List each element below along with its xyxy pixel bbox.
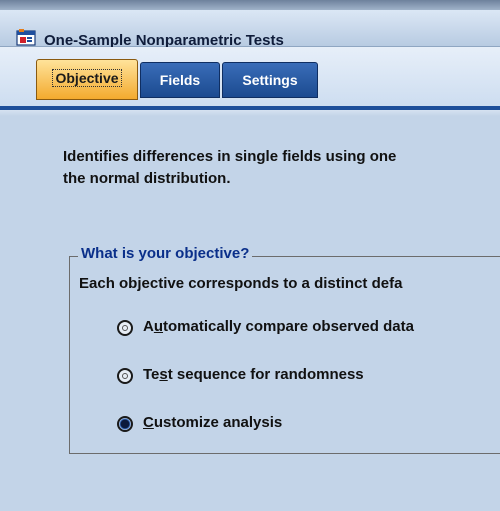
title-bar[interactable]: One-Sample Nonparametric Tests xyxy=(0,10,500,49)
background-window-strip xyxy=(0,0,500,10)
tab-settings-label: Settings xyxy=(242,72,298,88)
tab-objective[interactable]: Objective xyxy=(36,59,138,100)
radio-button-unchecked[interactable] xyxy=(117,368,133,384)
objective-group-intro: Each objective corresponds to a distinct… xyxy=(79,275,403,292)
tab-fields[interactable]: Fields xyxy=(140,62,220,98)
radio-button-unchecked[interactable] xyxy=(117,320,133,336)
objective-group-legend: What is your objective? xyxy=(78,245,253,262)
radio-customize-analysis-label: Customize analysis xyxy=(143,414,283,431)
radio-test-sequence-label: Test sequence for randomness xyxy=(143,366,364,383)
tab-settings[interactable]: Settings xyxy=(222,62,318,98)
objective-description: Identifies differences in single fields … xyxy=(63,146,500,190)
tab-objective-label: Objective xyxy=(52,69,122,87)
tab-fields-label: Fields xyxy=(159,72,201,88)
description-line-1: Identifies differences in single fields … xyxy=(63,148,397,165)
spss-dialog-icon xyxy=(16,29,36,46)
description-line-2: the normal distribution. xyxy=(63,170,231,187)
radio-automatically-compare-label: Automatically compare observed data xyxy=(143,318,414,335)
dialog-window: One-Sample Nonparametric Tests Objective… xyxy=(0,0,500,511)
tab-panel-sheen xyxy=(0,110,500,116)
radio-button-checked[interactable] xyxy=(117,416,133,432)
